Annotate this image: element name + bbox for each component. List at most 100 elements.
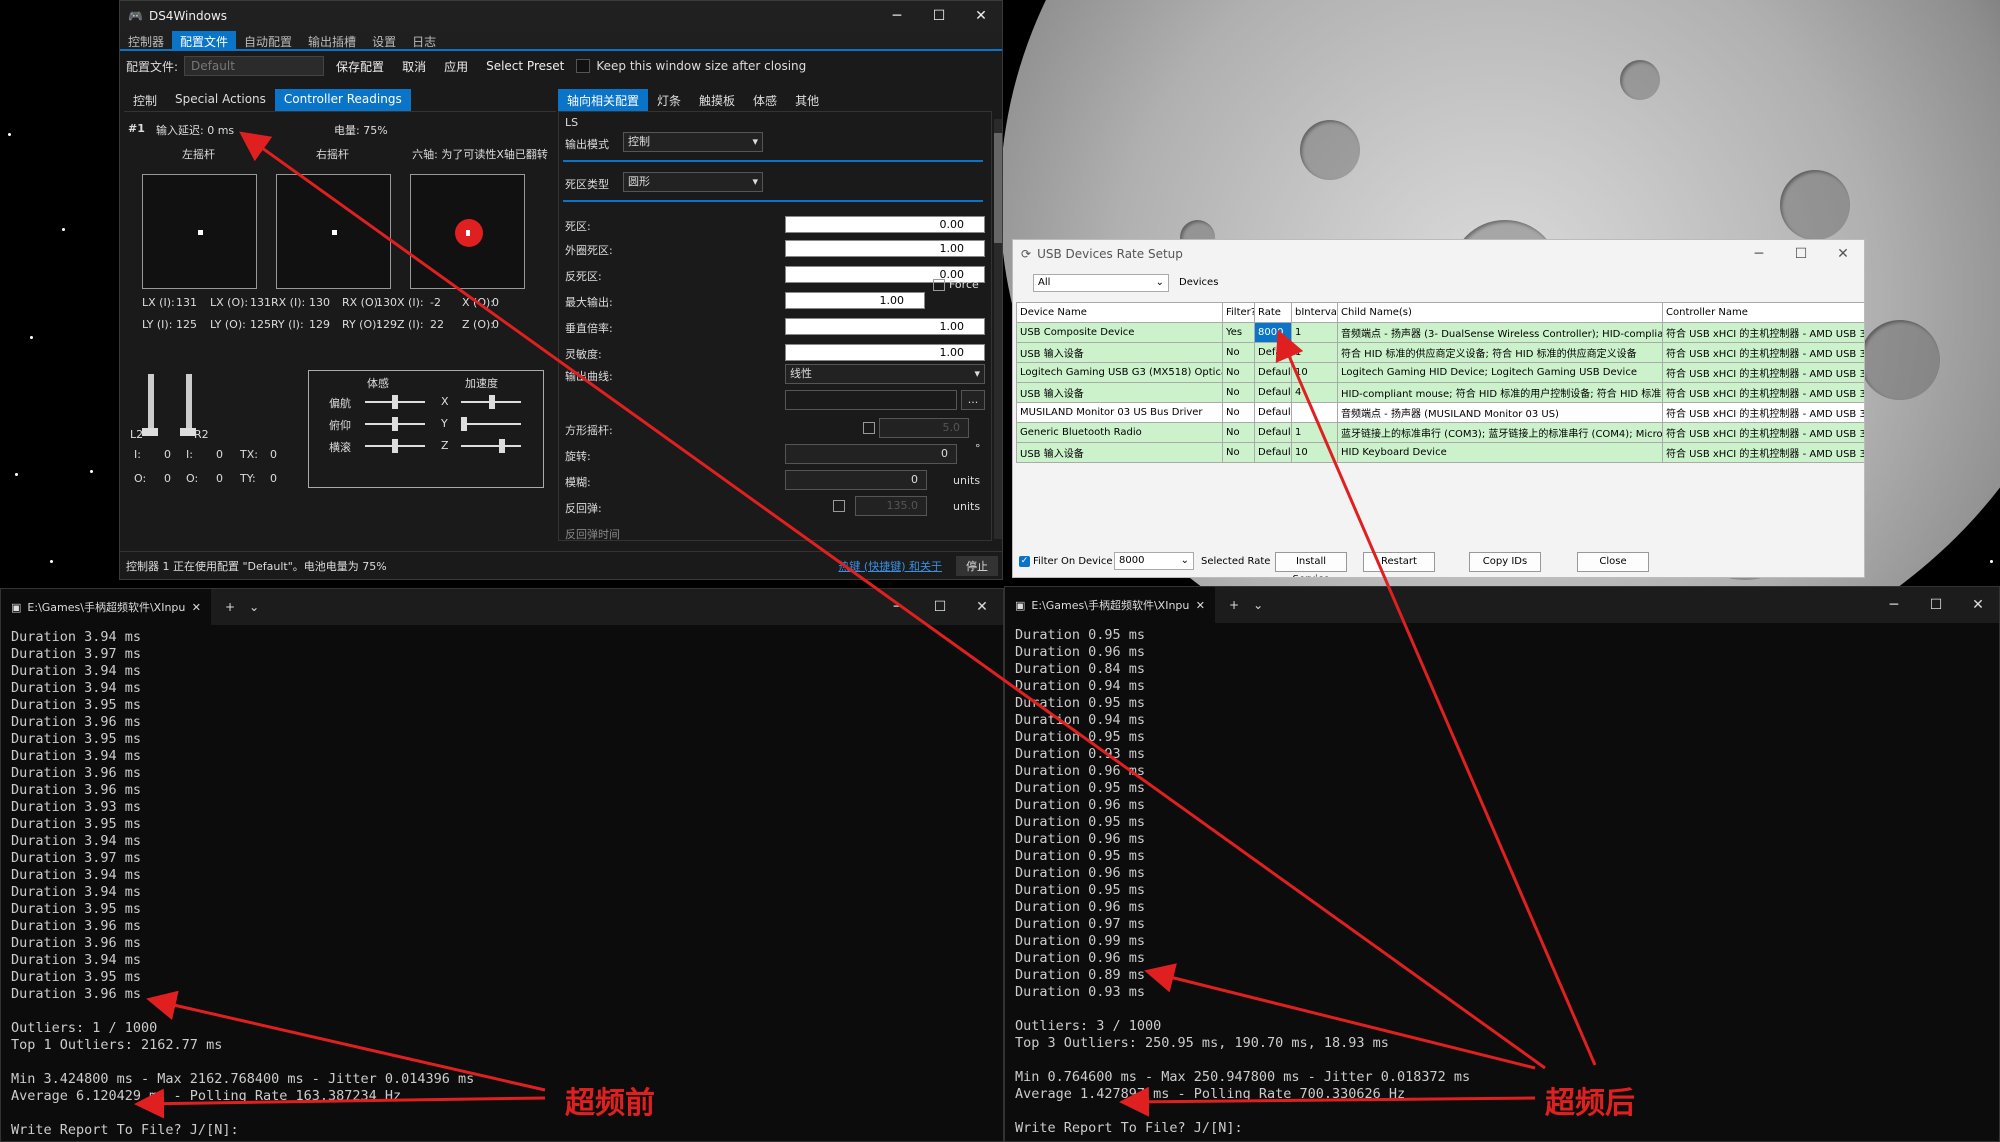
terminal-line: Duration 3.94 ms [11,663,142,679]
cancel-button[interactable]: 取消 [396,56,432,77]
curve-editor-button[interactable]: ... [961,390,985,410]
copy-ids-button[interactable]: Copy IDs [1469,552,1541,572]
force-checkbox[interactable] [933,279,945,291]
terminal-line: Duration 3.96 ms [11,765,142,781]
column-header[interactable]: bInterval [1291,302,1338,323]
minimize-icon[interactable]: ─ [877,589,919,625]
menu-output-slots[interactable]: 输出插槽 [300,31,364,49]
close-button[interactable]: Close [1577,552,1649,572]
chevron-down-icon[interactable]: ⌄ [1253,598,1263,612]
table-row[interactable]: MUSILAND Monitor 03 US Bus Driver No Defau… [1016,402,1864,423]
square-stick-value[interactable]: 5.0 [879,418,969,438]
close-tab-icon[interactable]: ✕ [1196,599,1205,612]
accel-y-slider [461,417,467,431]
table-cell[interactable]: Default [1254,402,1292,423]
tab-special-actions[interactable]: Special Actions [166,89,275,112]
minimize-icon[interactable]: ─ [1873,587,1915,623]
output-curve-select[interactable]: 线性 ▾ [785,364,985,384]
custom-curve-input[interactable] [785,390,957,410]
close-icon[interactable]: ✕ [960,1,1002,31]
square-stick-checkbox[interactable] [863,422,875,434]
motion-label: 体感 [367,377,389,390]
row2-cell: LY (I): [142,318,173,331]
column-header[interactable]: Device Name [1016,302,1223,323]
tab-controls[interactable]: 控制 [124,89,166,112]
hotkeys-link[interactable]: 热键 (快捷键) 和关于 [838,558,942,574]
field-input[interactable]: 1.00 [785,292,925,309]
field-input[interactable]: 0.00 [785,216,985,233]
column-header[interactable]: Child Name(s) [1337,302,1663,323]
tab-other[interactable]: 其他 [786,89,828,112]
tab-touchpad[interactable]: 触摸板 [690,89,744,112]
column-header[interactable]: Controller Name [1662,302,1864,323]
column-header[interactable]: Rate [1254,302,1292,323]
table-cell[interactable]: Default [1254,362,1292,383]
table-row[interactable]: USB 输入设备 No Default 10 HID Keyboard Device 符合… [1016,442,1864,463]
tab-controller-readings[interactable]: Controller Readings [274,89,411,112]
maximize-icon[interactable]: ☐ [919,589,961,625]
output-mode-select[interactable]: 控制 ▾ [623,132,763,152]
restart-button[interactable]: Restart [1363,552,1435,572]
menu-log[interactable]: 日志 [404,31,444,49]
terminal-output: Duration 3.94 ms Duration 3.97 ms Duration… [1,625,1003,1141]
table-cell[interactable]: Default [1254,382,1292,403]
new-tab-icon[interactable]: + [1229,598,1239,612]
terminal-tab[interactable]: ▣ E:\Games\手柄超频软件\XInpu ✕ [1005,587,1215,623]
maximize-icon[interactable]: ☐ [918,1,960,31]
terminal-line: Min 3.424800 ms - Max 2162.768400 ms - J… [11,1071,475,1087]
minimize-icon[interactable]: ─ [1738,240,1780,268]
menu-controllers[interactable]: 控制器 [120,31,172,49]
chevron-down-icon[interactable]: ⌄ [249,600,259,614]
select-preset-button[interactable]: Select Preset [480,57,570,75]
rate-select[interactable]: 8000 ⌄ [1114,552,1194,570]
deadzone-type-select[interactable]: 圆形 ▾ [623,172,763,192]
table-cell: 音频端点 - 扬声器 (3- DualSense Wireless Contro… [1337,322,1663,343]
menu-profiles[interactable]: 配置文件 [172,31,237,49]
field-input[interactable]: 1.00 [785,240,985,257]
close-icon[interactable]: ✕ [1822,240,1864,268]
rotation-input[interactable]: 0 [785,444,957,464]
tab-lightbar[interactable]: 灯条 [648,89,690,112]
scrollbar[interactable] [994,119,1002,539]
table-cell: Logitech Gaming HID Device; Logitech Gam… [1337,362,1663,383]
filter-on-device-checkbox[interactable]: ✓ [1019,556,1030,567]
table-row[interactable]: Logitech Gaming USB G3 (MX518) Optical M… [1016,362,1864,383]
rotation-label: 旋转: [565,450,591,463]
close-tab-icon[interactable]: ✕ [192,601,201,614]
close-icon[interactable]: ✕ [1957,587,1999,623]
table-row[interactable]: Generic Bluetooth Radio No Default 1 蓝牙链接上的标… [1016,422,1864,443]
filter-select[interactable]: All ⌄ [1033,274,1169,292]
table-cell: 符合 USB xHCI 的主机控制器 - AMD USB 3.1 [1662,422,1864,443]
column-header[interactable]: Filter? [1222,302,1255,323]
table-cell[interactable]: Default [1254,422,1292,443]
menu-auto-profiles[interactable]: 自动配置 [236,31,300,49]
terminal-tab[interactable]: ▣ E:\Games\手柄超频软件\XInpu ✕ [1,589,211,625]
new-tab-icon[interactable]: + [225,600,235,614]
profile-name-input[interactable]: Default [184,56,325,76]
table-row[interactable]: USB Composite Device Yes 8000 1 音频端点 - 扬声器 (… [1016,322,1864,343]
apply-button[interactable]: 应用 [438,56,474,77]
table-row[interactable]: USB 输入设备 No Default 4 HID-compliant mouse; 符… [1016,382,1864,403]
table-cell[interactable]: Default [1254,342,1292,363]
table-row[interactable]: USB 输入设备 No Default 1 符合 HID 标准的供应商定义设备; 符合 … [1016,342,1864,363]
field-input[interactable]: 1.00 [785,344,985,361]
stop-button[interactable]: 停止 [956,555,998,576]
install-service-button[interactable]: Install Service [1275,552,1347,577]
left-stick-pad [142,174,257,289]
menu-settings[interactable]: 设置 [364,31,404,49]
anti-snapback-input[interactable]: 135.0 [855,496,927,516]
minimize-icon[interactable]: ─ [876,1,918,31]
field-input[interactable]: 1.00 [785,318,985,335]
maximize-icon[interactable]: ☐ [1780,240,1822,268]
save-profile-button[interactable]: 保存配置 [330,56,390,77]
tab-gyro[interactable]: 体感 [744,89,786,112]
keep-size-checkbox[interactable] [576,59,591,73]
fuzz-input[interactable]: 0 [785,470,927,490]
close-icon[interactable]: ✕ [961,589,1003,625]
table-cell[interactable]: Default [1254,442,1292,463]
maximize-icon[interactable]: ☐ [1915,587,1957,623]
tab-axis-config[interactable]: 轴向相关配置 [558,89,649,112]
anti-snapback-checkbox[interactable] [833,500,845,512]
table-cell[interactable]: 8000 [1254,322,1292,343]
